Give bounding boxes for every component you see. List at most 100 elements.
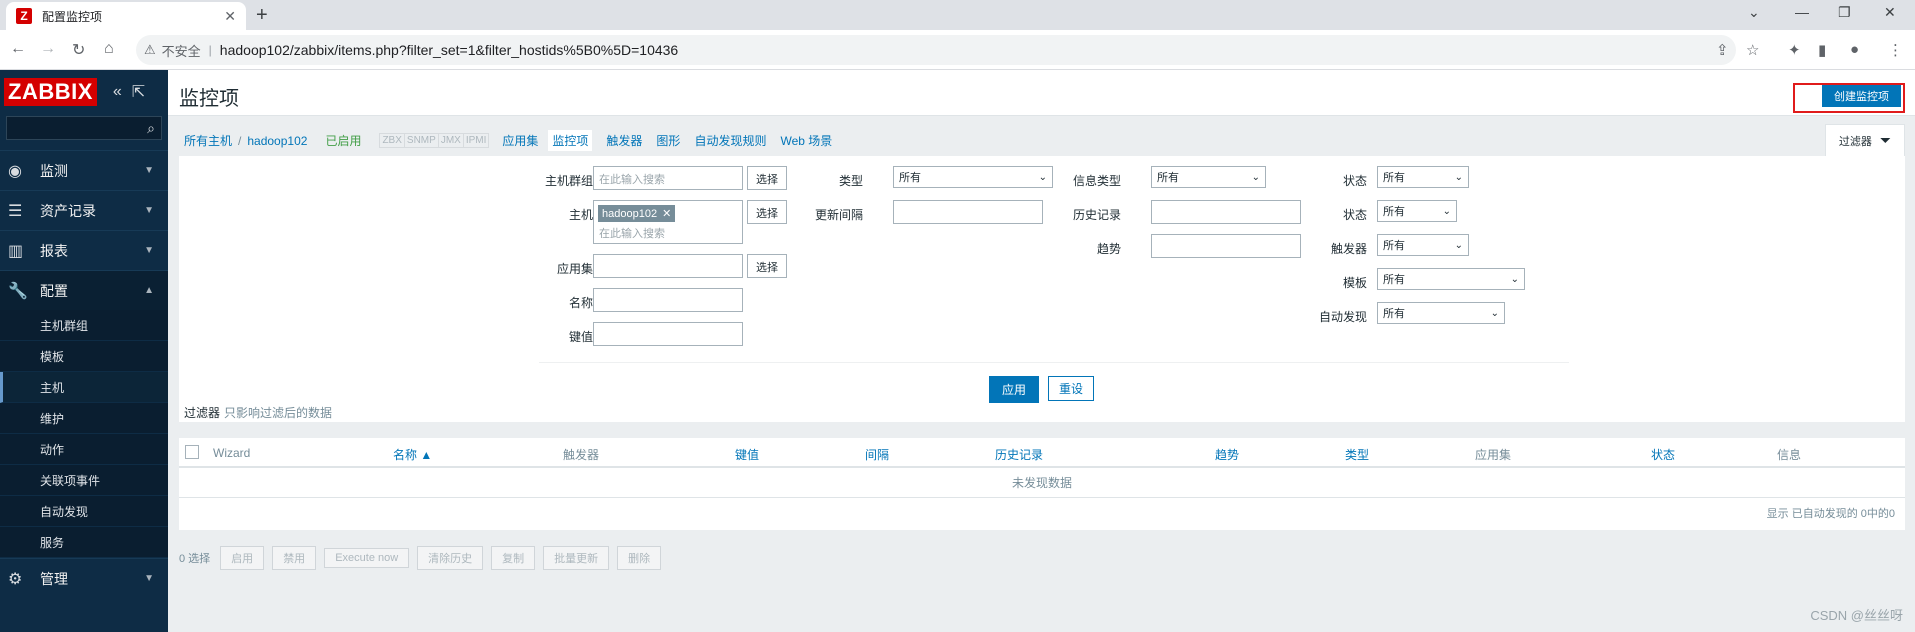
back-icon[interactable]: ← (10, 40, 26, 58)
breadcrumb-all-hosts[interactable]: 所有主机 (184, 132, 232, 149)
delete-button[interactable]: 删除 (617, 546, 662, 570)
chevron-down-icon: ⌄ (1442, 205, 1451, 217)
template-select[interactable]: 所有 ⌄ (1377, 268, 1525, 290)
minimize-icon[interactable]: — (1795, 4, 1809, 20)
eye-icon: ◉ (8, 162, 22, 180)
tab-search-icon[interactable]: ⌄ (1748, 4, 1760, 21)
apply-button[interactable]: 应用 (989, 376, 1040, 403)
zabbix-logo[interactable]: ZABBIX (4, 78, 97, 106)
submenu-actions[interactable]: 动作 (0, 434, 168, 465)
browser-tab[interactable]: Z 配置监控项 ✕ (6, 2, 246, 30)
host-tag[interactable]: hadoop102 ✕ (598, 205, 676, 222)
sidebar-search-input[interactable]: ⌕ (6, 116, 162, 140)
host-tag-label: hadoop102 (602, 208, 658, 220)
submenu-services[interactable]: 服务 (0, 527, 168, 558)
filter-divider (539, 362, 1569, 363)
host-group-select-button[interactable]: 选择 (747, 166, 787, 190)
host-group-label: 主机群组 (544, 174, 593, 188)
menu-item-reports[interactable]: ▥ 报表 ▼ (0, 230, 168, 270)
submenu-host-groups[interactable]: 主机群组 (0, 310, 168, 341)
filter-note-text: 只影响过滤后的数据 (224, 406, 333, 420)
state-select[interactable]: 所有 ⌄ (1377, 166, 1469, 188)
url-field[interactable]: ⚠ 不安全 | hadoop102/zabbix/items.php?filte… (136, 35, 1736, 65)
template-select-value: 所有 (1383, 274, 1405, 286)
column-type[interactable]: 类型 (1345, 446, 1369, 463)
sidebar-toggle-icon[interactable]: ▮ (1818, 41, 1826, 59)
column-history[interactable]: 历史记录 (995, 446, 1043, 463)
submenu-maintenance[interactable]: 维护 (0, 403, 168, 434)
tab-discovery-rules[interactable]: 自动发现规则 (694, 132, 766, 149)
type-select[interactable]: 所有 ⌄ (893, 166, 1053, 188)
browser-menu-icon[interactable]: ⋮ (1888, 41, 1903, 59)
triggers-select[interactable]: 所有 ⌄ (1377, 234, 1469, 256)
host-select-button[interactable]: 选择 (747, 200, 787, 224)
profile-avatar-icon[interactable]: ● (1850, 41, 1859, 58)
key-input[interactable] (593, 322, 743, 346)
column-status[interactable]: 状态 (1651, 446, 1675, 463)
interval-input[interactable] (893, 200, 1043, 224)
tab-items[interactable]: 监控项 (548, 130, 593, 151)
submenu-event-correlation[interactable]: 关联项事件 (0, 465, 168, 496)
reset-button[interactable]: 重设 (1048, 376, 1095, 401)
kiosk-mode-icon[interactable]: ⇱ (132, 82, 145, 102)
name-input[interactable] (593, 288, 743, 312)
tab-web-scenarios[interactable]: Web 场景 (780, 132, 832, 149)
host-group-input[interactable]: 在此输入搜索 (593, 166, 743, 190)
column-key[interactable]: 键值 (735, 446, 759, 463)
share-icon[interactable]: ⇪ (1716, 41, 1729, 59)
funnel-icon: ⏷ (1879, 132, 1892, 148)
application-input[interactable] (593, 254, 743, 278)
create-item-button[interactable]: 创建监控项 (1822, 85, 1901, 107)
remove-tag-icon[interactable]: ✕ (662, 208, 671, 220)
close-window-icon[interactable]: ✕ (1884, 4, 1896, 21)
home-icon[interactable]: ⌂ (104, 40, 114, 58)
bookmark-star-icon[interactable]: ☆ (1746, 41, 1759, 59)
tab-graphs[interactable]: 图形 (656, 132, 680, 149)
history-input[interactable] (1151, 200, 1301, 224)
menu-item-administration[interactable]: ⚙ 管理 ▼ (0, 558, 168, 598)
application-select-button[interactable]: 选择 (747, 254, 787, 278)
info-type-select[interactable]: 所有 ⌄ (1151, 166, 1266, 188)
submenu-templates[interactable]: 模板 (0, 341, 168, 372)
discovery-select[interactable]: 所有 ⌄ (1377, 302, 1505, 324)
extensions-icon[interactable]: ✦ (1788, 41, 1801, 59)
host-multiselect[interactable]: hadoop102 ✕ 在此输入搜索 (593, 200, 743, 244)
disable-button[interactable]: 禁用 (272, 546, 317, 570)
menu-item-configuration[interactable]: 🔧 配置 ▲ (0, 270, 168, 310)
tab-triggers[interactable]: 触发器 (606, 132, 642, 149)
restore-icon[interactable]: ❐ (1838, 4, 1851, 21)
warning-icon[interactable]: ⚠ (144, 42, 156, 58)
close-tab-icon[interactable]: ✕ (224, 8, 236, 25)
filter-tab[interactable]: 过滤器 ⏷ (1825, 124, 1905, 156)
collapse-sidebar-icon[interactable]: « (113, 83, 122, 101)
status-select[interactable]: 所有 ⌄ (1377, 200, 1457, 222)
clear-history-button[interactable]: 清除历史 (417, 546, 484, 570)
submenu-hosts[interactable]: 主机 (0, 372, 168, 403)
mass-update-button[interactable]: 批量更新 (543, 546, 610, 570)
trend-input[interactable] (1151, 234, 1301, 258)
url-text[interactable]: hadoop102/zabbix/items.php?filter_set=1&… (220, 42, 678, 58)
select-all-checkbox[interactable] (185, 445, 199, 459)
breadcrumb-host[interactable]: hadoop102 (247, 134, 307, 148)
column-interval[interactable]: 间隔 (865, 446, 889, 463)
filter-panel: 主机群组 在此输入搜索 选择 主机 hadoop102 ✕ 在此输入搜索 选择 应… (179, 156, 1905, 422)
status-label: 状态 (1342, 208, 1367, 222)
insecure-label[interactable]: 不安全 (162, 41, 201, 60)
menu-item-inventory[interactable]: ☰ 资产记录 ▼ (0, 190, 168, 230)
submenu-discovery[interactable]: 自动发现 (0, 496, 168, 527)
execute-now-button[interactable]: Execute now (324, 548, 410, 568)
search-icon[interactable]: ⌕ (147, 120, 155, 137)
column-trends[interactable]: 趋势 (1215, 446, 1239, 463)
enable-button[interactable]: 启用 (220, 546, 265, 570)
column-name[interactable]: 名称 ▲ (393, 446, 432, 463)
zabbix-favicon-icon: Z (16, 8, 32, 24)
menu-item-monitoring[interactable]: ◉ 监测 ▼ (0, 150, 168, 190)
new-tab-button[interactable]: + (256, 4, 268, 27)
host-search-placeholder[interactable]: 在此输入搜索 (599, 225, 665, 241)
reload-icon[interactable]: ↻ (72, 40, 85, 60)
tab-applications[interactable]: 应用集 (502, 132, 538, 149)
copy-button[interactable]: 复制 (491, 546, 536, 570)
forward-icon[interactable]: → (40, 40, 56, 58)
host-status-badge[interactable]: 已启用 (325, 132, 361, 149)
page-header: 监控项 创建监控项 (168, 70, 1915, 116)
